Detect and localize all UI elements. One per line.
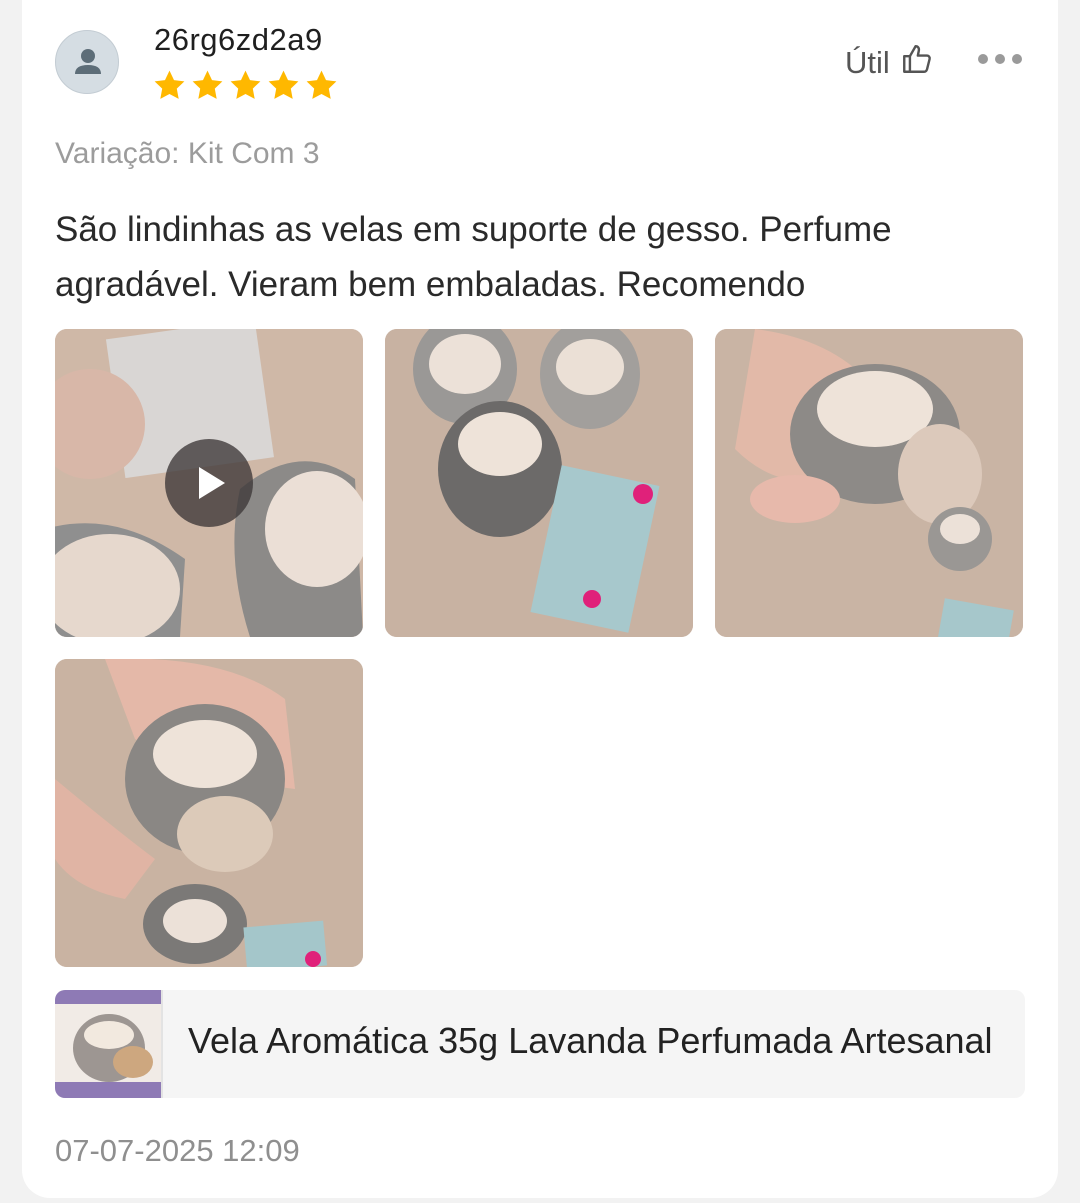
product-link[interactable]: Vela Aromática 35g Lavanda Perfumada Art… <box>55 990 1025 1098</box>
star-icon <box>266 68 301 103</box>
reviewer-username: 26rg6zd2a9 <box>154 22 323 57</box>
user-icon <box>75 49 101 74</box>
star-icon <box>190 68 225 103</box>
more-dot <box>978 54 988 64</box>
more-options-button[interactable] <box>978 54 1022 64</box>
star-icon <box>228 68 263 103</box>
thumbs-up-icon <box>900 42 934 84</box>
star-icon <box>304 68 339 103</box>
review-text: São lindinhas as velas em suporte de ges… <box>55 210 892 304</box>
variation-label: Variação: Kit Com 3 <box>55 137 320 170</box>
avatar[interactable] <box>55 30 119 94</box>
review-photo[interactable] <box>715 329 1023 637</box>
more-dot <box>1012 54 1022 64</box>
star-icon <box>152 68 187 103</box>
review-video-thumbnail[interactable] <box>55 329 363 637</box>
helpful-label: Útil <box>845 45 890 80</box>
review-photo[interactable] <box>55 659 363 967</box>
play-icon <box>165 439 253 527</box>
review-date: 07-07-2025 12:09 <box>55 1133 300 1168</box>
product-name: Vela Aromática 35g Lavanda Perfumada Art… <box>188 1020 993 1061</box>
product-thumbnail <box>55 990 163 1098</box>
review-photo[interactable] <box>385 329 693 637</box>
more-dot <box>995 54 1005 64</box>
helpful-button[interactable]: Útil <box>845 42 934 84</box>
star-rating <box>152 68 339 103</box>
